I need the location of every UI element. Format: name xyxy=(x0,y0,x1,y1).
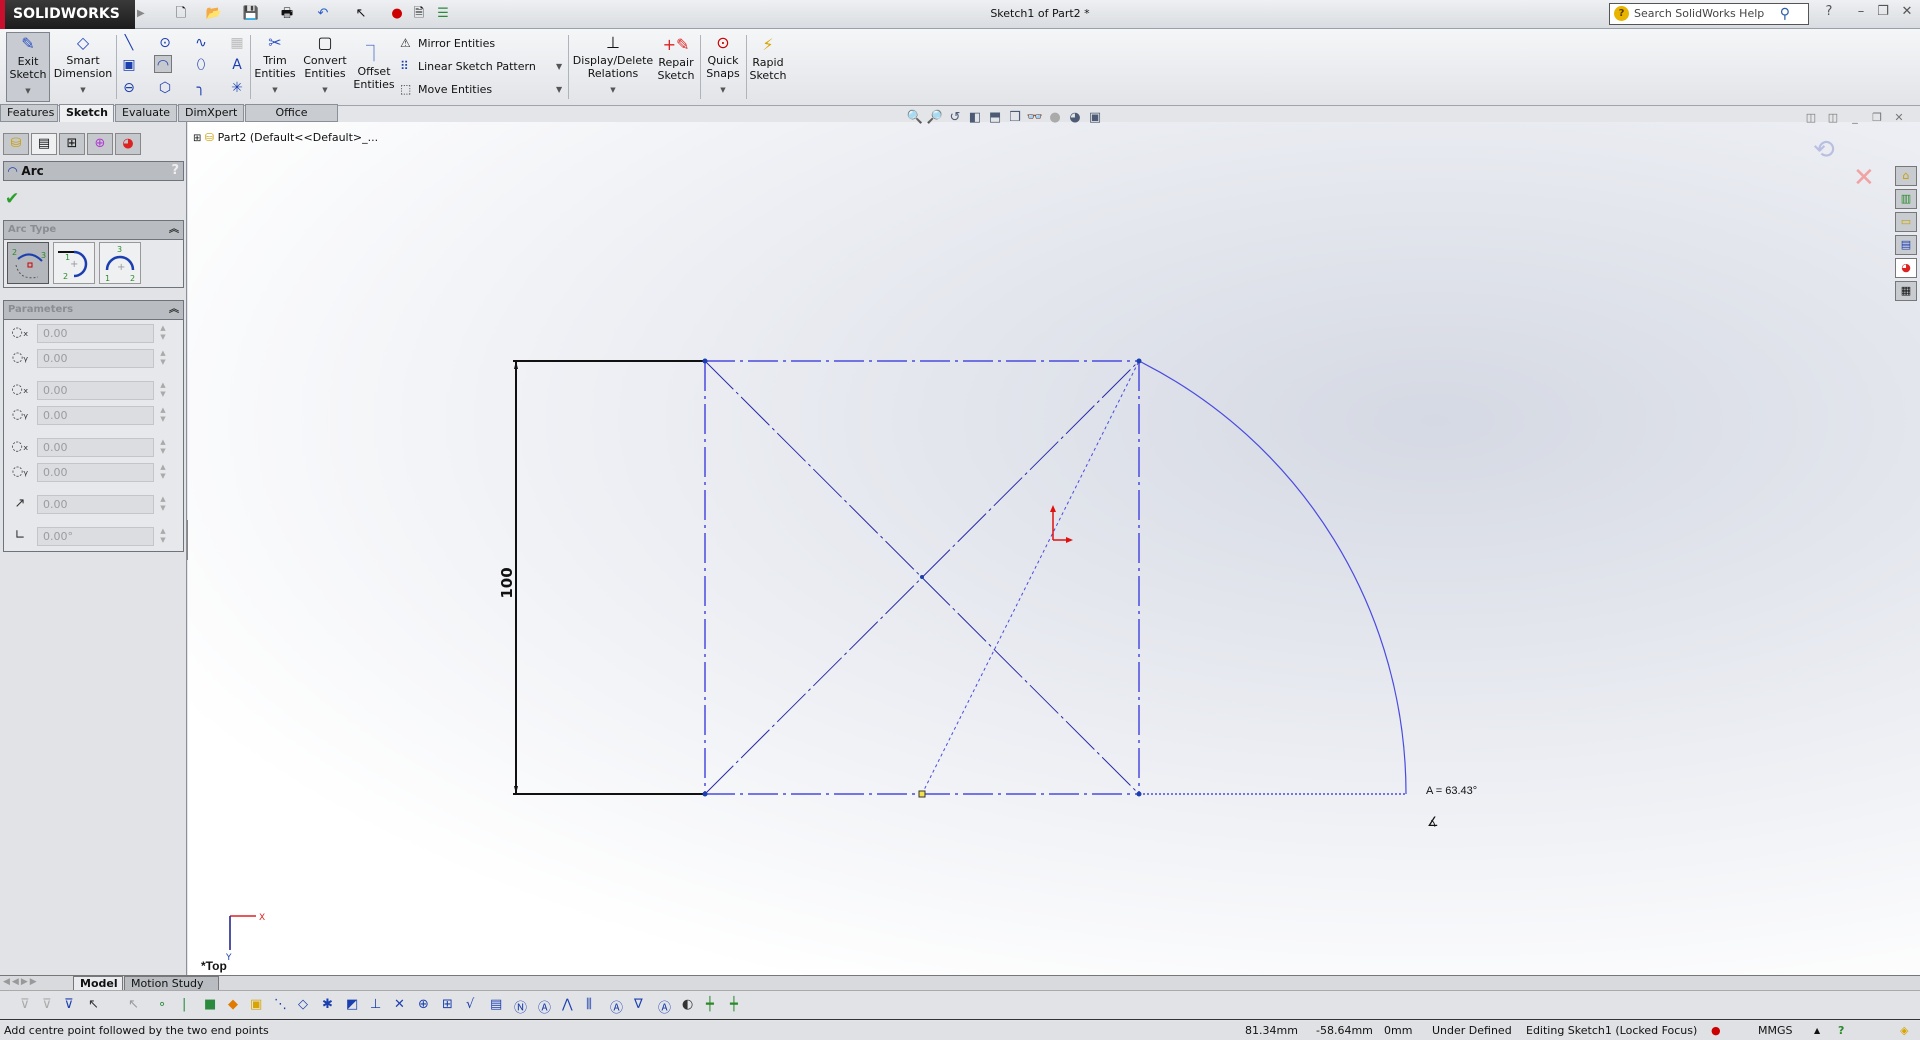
arc-radius-preview xyxy=(921,360,1140,795)
filter-toolbar-icon[interactable]: ⊽ xyxy=(42,997,52,1012)
selection-filter-toolbar: ⊽ ⊽ ⊽ ↖ ↖ ∘ | ■ ◆ ▣ ⋱ ◇ ✱ ◩ ⊥ ✕ ⊕ ⊞ √ ▤ … xyxy=(0,990,1920,1020)
invert-selection-icon[interactable]: ↖ xyxy=(128,997,139,1012)
filter-surface-finish-icon[interactable]: √ xyxy=(466,997,474,1012)
cursor-z: 0mm xyxy=(1384,1024,1413,1037)
filter-solid-bodies-icon[interactable]: ▣ xyxy=(250,997,262,1012)
sketch-point xyxy=(702,791,708,797)
filter-surface-bodies-icon[interactable]: ◆ xyxy=(228,997,238,1012)
filter-sketch-segments-icon[interactable]: ◩ xyxy=(346,997,358,1012)
filter-dimensions-icon[interactable]: ⊞ xyxy=(442,997,453,1012)
filter-connection-points-icon[interactable]: ┿ xyxy=(730,997,738,1012)
select-all-filters-icon[interactable]: ↖ xyxy=(88,997,99,1012)
filter-datum-features-icon[interactable]: Ⓐ xyxy=(538,997,551,1016)
filter-blocks-icon[interactable]: Ⓐ xyxy=(658,997,671,1016)
quick-tips-icon[interactable]: ? xyxy=(1838,1021,1844,1040)
filter-faces-icon[interactable]: ■ xyxy=(204,997,216,1012)
filter-sketch-points-icon[interactable]: ✱ xyxy=(322,997,333,1012)
rebuild-status-icon[interactable]: ● xyxy=(1711,1021,1721,1040)
filter-vertices-icon[interactable]: ∘ xyxy=(158,997,166,1012)
status-bar: Add centre point followed by the two end… xyxy=(0,1021,1920,1040)
dimension-value[interactable]: 100 xyxy=(498,567,516,598)
clear-filters-icon[interactable]: ⊽ xyxy=(64,997,74,1012)
filter-cosmetic-threads-icon[interactable]: ⫼ xyxy=(586,997,592,1012)
cursor-y: -58.64mm xyxy=(1316,1024,1373,1037)
filter-edges-icon[interactable]: | xyxy=(182,997,186,1012)
tab-scroll-arrows-icon[interactable]: ◀◀▶▶ xyxy=(3,977,39,987)
sketch-point xyxy=(1136,791,1142,797)
sketch-state: Under Defined xyxy=(1432,1024,1512,1037)
model-tabs-bar: ◀◀▶▶ Model Motion Study 1 xyxy=(0,975,1920,1003)
dimension-arrow-top xyxy=(514,361,518,369)
filter-routing-points-icon[interactable]: ┿ xyxy=(706,997,714,1012)
unit-system[interactable]: MMGS xyxy=(1758,1021,1793,1040)
filter-dowel-pins-icon[interactable]: ∇ xyxy=(634,997,643,1012)
units-menu-arrow-icon[interactable]: ▲ xyxy=(1814,1021,1820,1040)
filter-planes-icon[interactable]: ◇ xyxy=(298,997,308,1012)
filter-datum-targets-icon[interactable]: Ⓐ xyxy=(610,997,623,1016)
angle-cursor-icon: ∡ xyxy=(1427,815,1439,830)
triad-x-label: X xyxy=(259,913,265,923)
filter-weld-symbols-icon[interactable]: ⋀ xyxy=(562,997,573,1012)
triad-icon xyxy=(229,915,256,950)
tag-icon[interactable]: ◈ xyxy=(1900,1021,1908,1040)
filter-geometric-tolerances-icon[interactable]: ▤ xyxy=(490,997,502,1012)
filter-midpoints-icon[interactable]: ⊥ xyxy=(370,997,381,1012)
sketch-canvas: 100 A = 63.43° ∡ X Y *Top xyxy=(201,358,1477,973)
tab-model[interactable]: Model xyxy=(73,976,123,991)
arc-preview xyxy=(1138,360,1407,795)
angle-readout: A = 63.43° xyxy=(1426,785,1477,797)
filter-center-of-mass-icon[interactable]: ◐ xyxy=(682,997,693,1012)
sketch-point xyxy=(920,575,924,579)
toggle-filter-icon[interactable]: ⊽ xyxy=(20,997,30,1012)
filter-axes-icon[interactable]: ⋱ xyxy=(274,997,287,1012)
arc-center-cursor xyxy=(918,790,926,798)
status-message: Add centre point followed by the two end… xyxy=(4,1024,269,1037)
dimension-arrow-bottom xyxy=(514,786,518,794)
sketch-point xyxy=(1136,358,1142,364)
cursor-x: 81.34mm xyxy=(1245,1024,1298,1037)
filter-centerpoints-icon[interactable]: ✕ xyxy=(394,997,405,1012)
sketch-point xyxy=(702,358,708,364)
editing-status: Editing Sketch1 (Locked Focus) xyxy=(1526,1024,1698,1037)
filter-notes-icon[interactable]: Ⓝ xyxy=(514,997,527,1016)
filter-centermarks-icon[interactable]: ⊕ xyxy=(418,997,429,1012)
sketch-origin-icon xyxy=(1052,508,1070,541)
tab-motion-study-1[interactable]: Motion Study 1 xyxy=(124,976,219,1003)
view-label: *Top xyxy=(201,959,227,973)
